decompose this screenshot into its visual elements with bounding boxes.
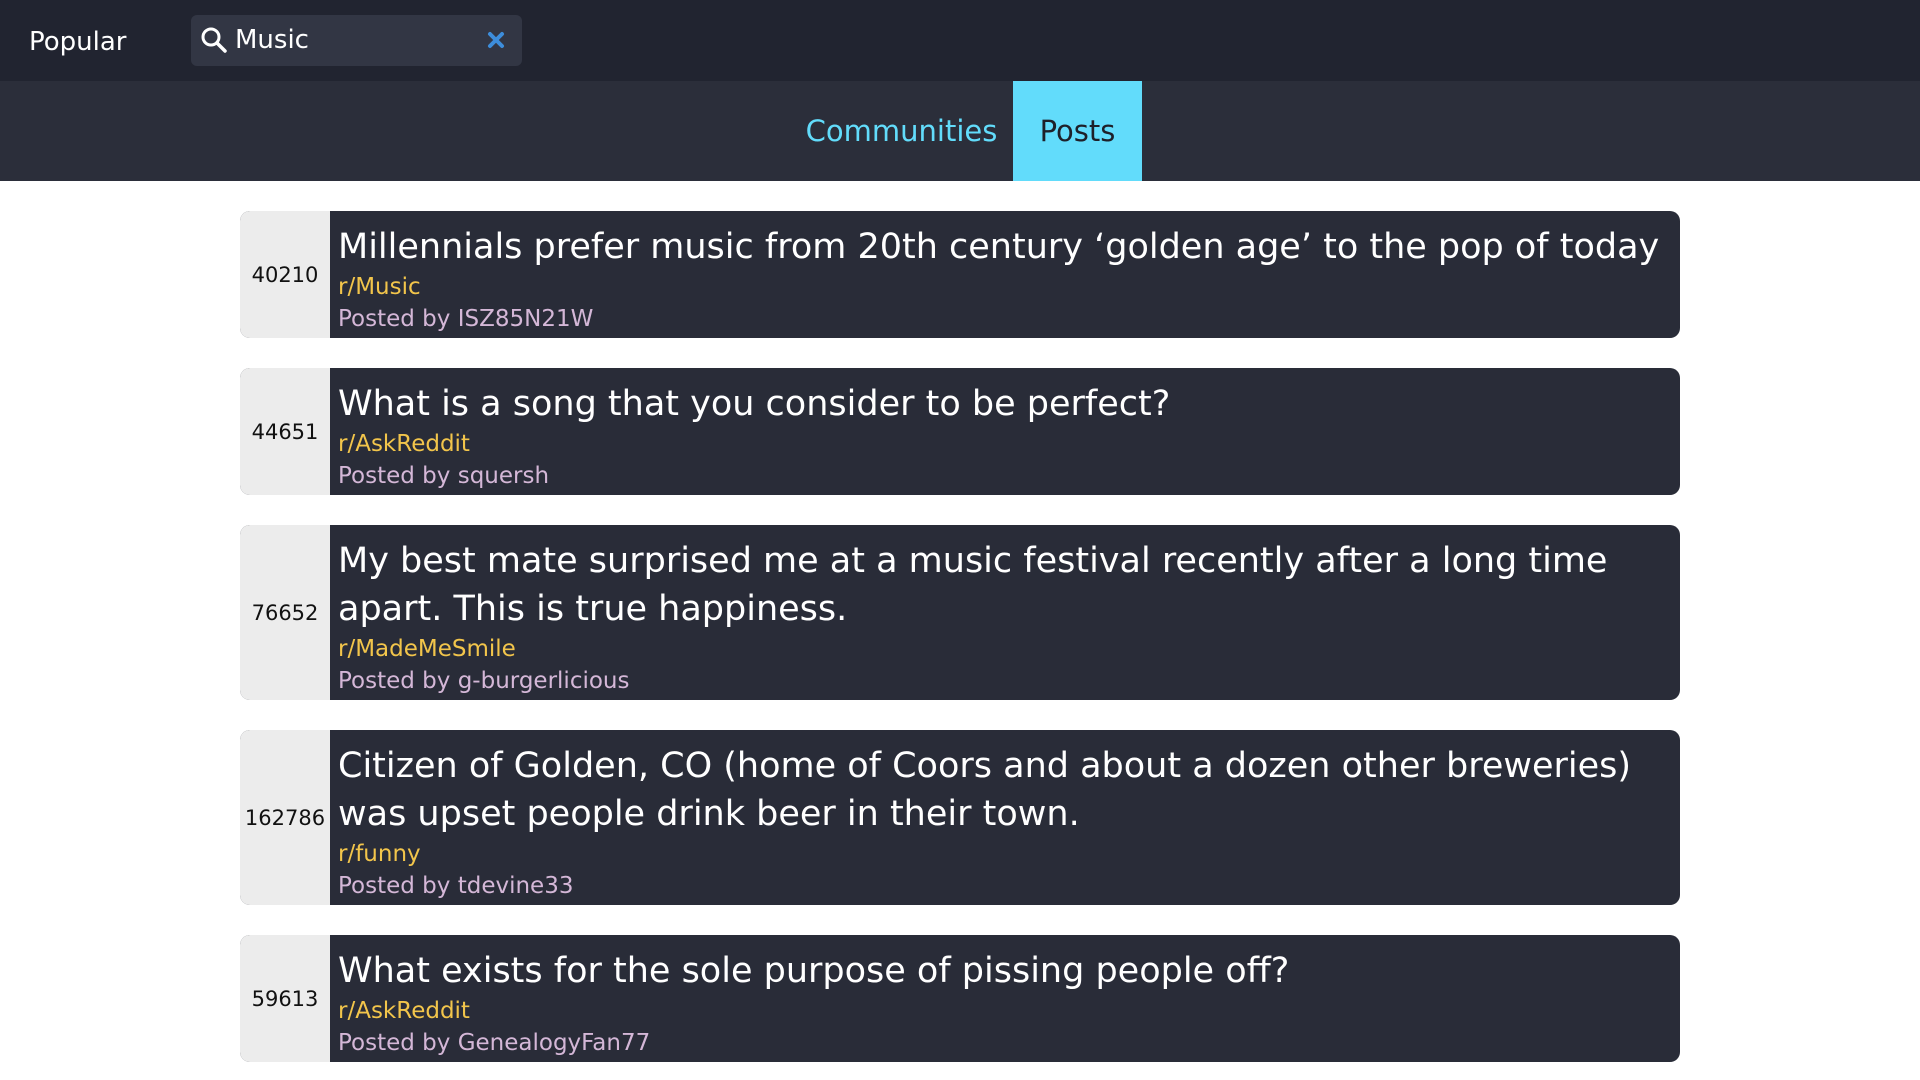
post-score: 162786 — [240, 730, 330, 905]
post-score: 76652 — [240, 525, 330, 700]
post-score: 59613 — [240, 935, 330, 1062]
tab-communities[interactable]: Communities — [790, 81, 1013, 181]
search-input[interactable] — [235, 21, 475, 59]
post-author: Posted by ISZ85N21W — [338, 306, 594, 332]
post-author: Posted by squersh — [338, 463, 550, 489]
results-tab-bar: Communities Posts — [0, 81, 1920, 181]
post-subreddit[interactable]: r/Music — [338, 271, 1660, 303]
post-content: What exists for the sole purpose of piss… — [330, 935, 1680, 1059]
post-card[interactable]: 44651 What is a song that you consider t… — [240, 368, 1680, 495]
post-content: What is a song that you consider to be p… — [330, 368, 1680, 492]
post-score: 40210 — [240, 211, 330, 338]
search-icon — [201, 27, 227, 53]
post-title[interactable]: What exists for the sole purpose of piss… — [338, 947, 1660, 995]
post-title[interactable]: My best mate surprised me at a music fes… — [338, 537, 1660, 633]
post-author: Posted by tdevine33 — [338, 873, 574, 899]
post-card[interactable]: 40210 Millennials prefer music from 20th… — [240, 211, 1680, 338]
tab-posts[interactable]: Posts — [1013, 81, 1142, 181]
post-subreddit[interactable]: r/AskReddit — [338, 428, 1660, 460]
post-author: Posted by GenealogyFan77 — [338, 1030, 651, 1056]
post-content: Citizen of Golden, CO (home of Coors and… — [330, 730, 1680, 902]
post-author: Posted by g-burgerlicious — [338, 668, 630, 694]
search-box[interactable] — [191, 15, 522, 66]
top-bar: Popular — [0, 0, 1920, 81]
post-title[interactable]: What is a song that you consider to be p… — [338, 380, 1660, 428]
post-content: My best mate surprised me at a music fes… — [330, 525, 1680, 697]
clear-search-icon[interactable] — [485, 29, 507, 51]
post-subreddit[interactable]: r/MadeMeSmile — [338, 633, 1660, 665]
post-card[interactable]: 162786 Citizen of Golden, CO (home of Co… — [240, 730, 1680, 905]
post-subreddit[interactable]: r/AskReddit — [338, 995, 1660, 1027]
post-subreddit[interactable]: r/funny — [338, 838, 1660, 870]
post-card[interactable]: 59613 What exists for the sole purpose o… — [240, 935, 1680, 1062]
post-title[interactable]: Millennials prefer music from 20th centu… — [338, 223, 1660, 271]
post-card[interactable]: 76652 My best mate surprised me at a mus… — [240, 525, 1680, 700]
post-title[interactable]: Citizen of Golden, CO (home of Coors and… — [338, 742, 1660, 838]
post-content: Millennials prefer music from 20th centu… — [330, 211, 1680, 335]
popular-link[interactable]: Popular — [29, 22, 127, 62]
post-score: 44651 — [240, 368, 330, 495]
